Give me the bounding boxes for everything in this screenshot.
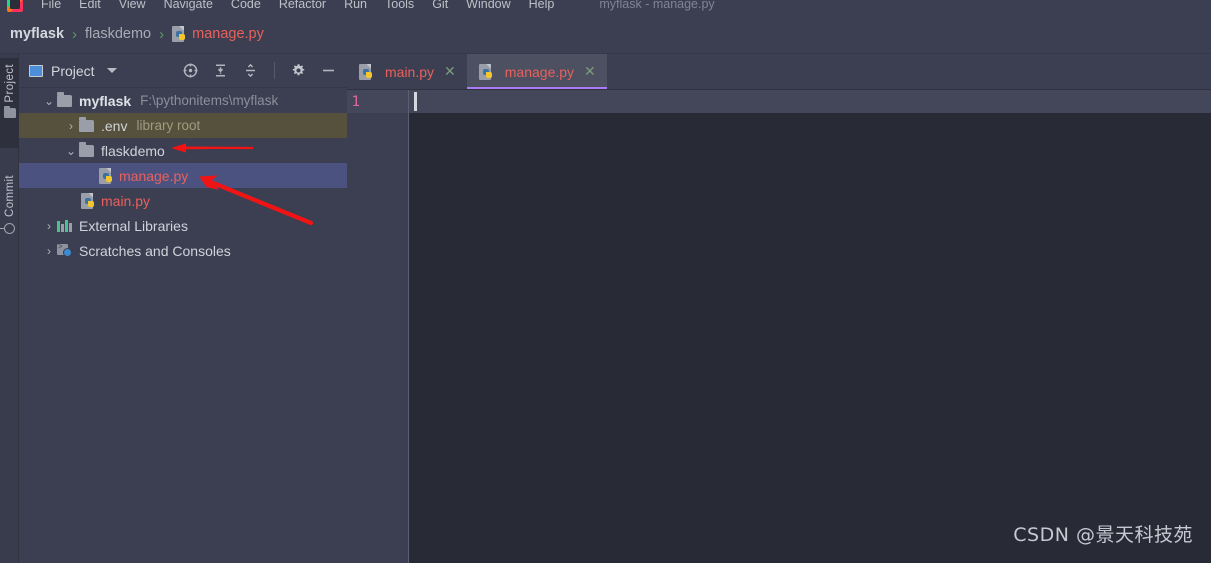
pycharm-window: File Edit View Navigate Code Refactor Ru… [0,0,1211,563]
menu-item-edit[interactable]: Edit [70,0,110,13]
editor-tab-manage-py[interactable]: manage.py ✕ [466,54,607,89]
tree-node-label: flaskdemo [101,142,165,159]
tool-window-strip-left: Project Commit [0,54,19,563]
project-panel-toolbar [182,62,341,79]
chevron-down-icon[interactable]: ⌄ [41,94,57,108]
close-icon[interactable]: ✕ [584,63,596,80]
editor-tab-label: manage.py [504,63,575,80]
external-libraries-icon [57,219,72,232]
menu-item-window[interactable]: Window [457,0,519,13]
close-icon[interactable]: ✕ [444,63,456,80]
python-file-icon [172,26,187,42]
python-file-icon [359,63,374,80]
breadcrumb-item-flaskdemo[interactable]: flaskdemo [85,26,151,42]
python-file-icon [99,167,114,184]
scratches-icon [57,242,72,257]
editor-tab-main-py[interactable]: main.py ✕ [347,54,467,89]
menu-item-git[interactable]: Git [423,0,457,13]
folder-icon [57,91,72,107]
tree-node-env[interactable]: › .env library root [19,113,347,138]
project-panel-header: Project [19,54,347,88]
chevron-right-icon[interactable]: › [41,244,57,258]
tool-window-button-commit-label: Commit [3,175,16,218]
menu-item-tools[interactable]: Tools [376,0,423,13]
editor-tab-label: main.py [385,63,435,80]
line-number-1: 1 [351,94,360,110]
tree-node-myflask[interactable]: ⌄ myflask F:\pythonitems\myflask [19,88,347,113]
folder-icon [79,116,94,132]
settings-gear-icon[interactable] [290,62,307,79]
window-title: myflask - manage.py [599,0,715,11]
folder-icon [79,141,94,157]
project-folder-icon [3,105,16,118]
tree-node-label: External Libraries [79,217,188,234]
tree-node-sublabel: F:\pythonitems\myflask [140,93,279,108]
tree-node-label: myflask [79,92,132,109]
toolbar-divider [274,62,275,79]
chevron-down-icon[interactable]: ⌄ [63,144,79,158]
commit-icon [0,223,15,235]
python-file-icon [478,63,494,80]
tool-window-button-project[interactable]: Project [0,58,19,148]
collapse-all-icon[interactable] [242,62,259,79]
tree-node-sublabel: library root [136,118,201,133]
breadcrumb: myflask › flaskdemo › manage.py [0,15,1211,54]
menu-item-code[interactable]: Code [222,0,270,13]
project-tool-window: Project ⌄ myflask F:\pythonitems\myflask… [19,54,347,563]
breadcrumb-item-manage-py[interactable]: manage.py [192,26,264,42]
menu-item-view[interactable]: View [110,0,155,13]
menu-item-run[interactable]: Run [335,0,376,13]
chevron-down-icon[interactable] [106,68,117,73]
tree-node-main-py[interactable]: main.py [19,188,347,213]
current-line-highlight [409,90,1211,113]
pycharm-logo-icon [6,0,24,13]
editor-area: main.py ✕ manage.py ✕ 1 [347,54,1211,563]
chevron-right-icon[interactable]: › [41,219,57,233]
editor-gutter[interactable]: 1 [347,90,409,563]
watermark: CSDN @景天科技苑 [1013,524,1193,546]
menu-item-refactor[interactable]: Refactor [270,0,335,13]
menu-item-help[interactable]: Help [520,0,564,13]
tree-node-scratches-and-consoles[interactable]: › Scratches and Consoles [19,238,347,263]
menu-bar-inner: File Edit View Navigate Code Refactor Ru… [0,0,715,15]
tool-window-button-project-label: Project [3,64,16,103]
menu-bar: File Edit View Navigate Code Refactor Ru… [0,0,1211,15]
tree-node-external-libraries[interactable]: › External Libraries [19,213,347,238]
tool-window-button-commit[interactable]: Commit [0,169,19,257]
tree-node-manage-py[interactable]: manage.py [19,163,347,188]
chevron-right-icon[interactable]: › [63,119,79,133]
menu-item-navigate[interactable]: Navigate [155,0,222,13]
project-panel-title: Project [51,62,95,79]
tree-node-label: main.py [101,192,151,209]
menu-item-file[interactable]: File [32,0,70,13]
breadcrumb-separator: › [159,25,165,43]
tree-node-label: .env [101,117,128,134]
code-area[interactable]: 1 [347,90,1211,563]
breadcrumb-item-myflask[interactable]: myflask [10,26,64,42]
project-view-icon [29,64,43,77]
python-file-icon [81,192,96,209]
tree-node-label: manage.py [119,167,189,184]
select-opened-file-icon[interactable] [182,62,199,79]
expand-all-icon[interactable] [212,62,229,79]
code-content[interactable] [409,90,1211,563]
breadcrumb-separator: › [72,25,78,43]
project-tree: ⌄ myflask F:\pythonitems\myflask › .env … [19,88,347,263]
editor-tab-bar: main.py ✕ manage.py ✕ [347,54,1211,90]
tree-node-flaskdemo[interactable]: ⌄ flaskdemo [19,138,347,163]
tree-node-label: Scratches and Consoles [79,242,231,259]
text-caret [414,92,417,111]
hide-icon[interactable] [320,62,337,79]
